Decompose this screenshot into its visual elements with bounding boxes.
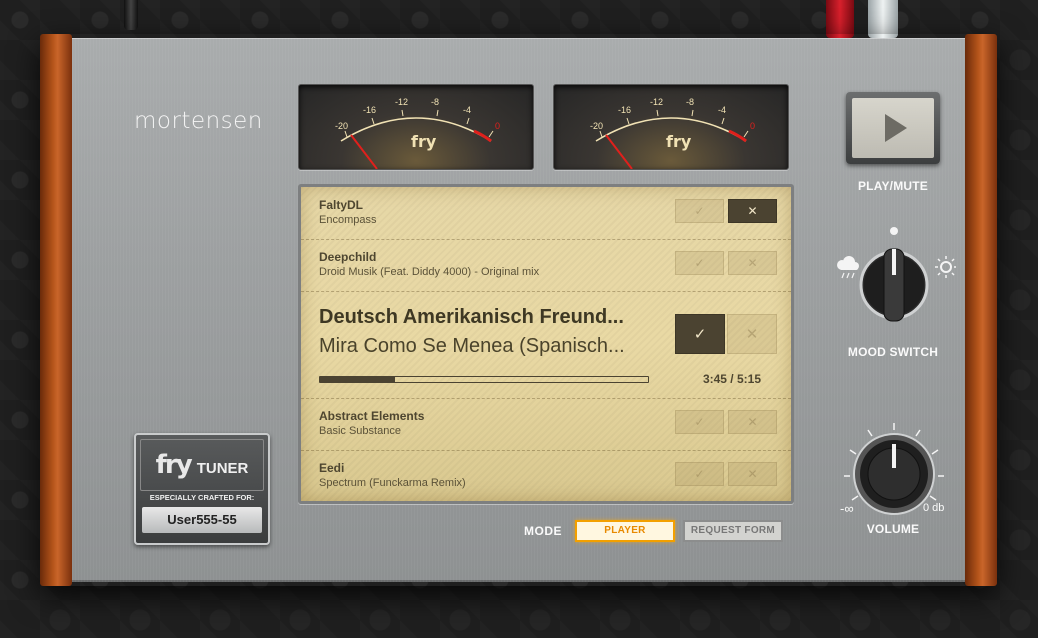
check-icon: ✓	[694, 256, 705, 270]
approve-button[interactable]: ✓	[675, 251, 724, 275]
metal-panel: mortensen -20 -16 -12 -8 -4 0 fry -20 -1…	[72, 38, 965, 582]
meter-needle	[350, 134, 378, 169]
volume-max-label: 0 db	[923, 502, 945, 514]
sun-icon	[935, 256, 956, 278]
track-title: Spectrum (Funckarma Remix)	[319, 477, 466, 489]
wood-side-right	[965, 34, 997, 586]
check-icon: ✓	[694, 204, 705, 218]
close-icon: ✕	[747, 415, 758, 429]
list-item: Abstract Elements Basic Substance ✓ ✕	[301, 398, 791, 451]
mode-label: MODE	[524, 524, 562, 538]
track-title: Mira Como Se Menea (Spanisch...	[319, 335, 625, 357]
approve-button[interactable]: ✓	[675, 410, 724, 434]
fry-logo-icon: fry	[155, 450, 193, 480]
rca-cable-red	[826, 0, 854, 38]
tuner-device: mortensen -20 -16 -12 -8 -4 0 fry -20 -1…	[40, 34, 997, 586]
wood-side-left	[40, 34, 72, 586]
meter-tick-label: 0	[495, 121, 500, 131]
mode-request-form-button[interactable]: REQUEST FORM	[683, 520, 783, 542]
badge-username: User555-55	[142, 507, 262, 533]
meter-tick-label: -4	[463, 105, 471, 115]
track-artist: Deepchild	[319, 250, 377, 264]
meter-needle	[605, 134, 633, 169]
meter-tick-label: -16	[618, 105, 631, 115]
playlist-display: FaltyDL Encompass ✓ ✕ Deepchild Droid Mu…	[298, 184, 794, 504]
meter-tick-label: -20	[590, 121, 603, 131]
badge-title: TUNER	[196, 459, 249, 477]
play-mute-label: PLAY/MUTE	[857, 179, 929, 193]
meter-tick-label: -12	[395, 97, 408, 107]
fry-logo-icon: fry	[411, 132, 437, 151]
fry-logo-icon: fry	[666, 132, 692, 151]
mood-switch-label: MOOD SWITCH	[847, 345, 939, 359]
reject-button[interactable]: ✕	[728, 251, 777, 275]
cloud-rain-icon	[837, 256, 859, 279]
close-icon: ✕	[747, 256, 758, 270]
track-title: Basic Substance	[319, 425, 401, 437]
play-mute-button[interactable]	[846, 92, 940, 164]
audio-cable-black	[124, 0, 138, 30]
vu-meter-left: -20 -16 -12 -8 -4 0 fry	[298, 84, 534, 170]
current-track: Deutsch Amerikanisch Freund... Mira Como…	[301, 292, 791, 399]
approve-button[interactable]: ✓	[675, 199, 724, 223]
check-icon: ✓	[694, 467, 705, 481]
track-artist: Eedi	[319, 461, 345, 475]
list-item: Deepchild Droid Musik (Feat. Diddy 4000)…	[301, 239, 791, 292]
reject-button[interactable]: ✕	[727, 314, 777, 354]
close-icon: ✕	[747, 204, 758, 218]
meter-tick-label: -8	[431, 97, 439, 107]
rca-cable-white	[868, 0, 898, 38]
reject-button[interactable]: ✕	[728, 410, 777, 434]
badge-subtitle: ESPECIALLY CRAFTED FOR:	[149, 493, 255, 502]
track-artist: FaltyDL	[319, 198, 364, 212]
list-item: Eedi Spectrum (Funckarma Remix) ✓ ✕	[301, 450, 791, 501]
vu-meter-right: -20 -16 -12 -8 -4 0 fry	[553, 84, 789, 170]
meter-tick-label: -12	[650, 97, 663, 107]
meter-tick-label: -4	[718, 105, 726, 115]
mood-switch-knob[interactable]	[832, 223, 956, 347]
play-icon	[885, 114, 907, 142]
volume-label: VOLUME	[866, 522, 920, 536]
reject-button[interactable]: ✕	[728, 462, 777, 486]
meter-tick-label: -20	[335, 121, 348, 131]
list-item: FaltyDL Encompass ✓ ✕	[301, 187, 791, 240]
track-artist: Abstract Elements	[319, 409, 425, 423]
tuner-badge: fry TUNER ESPECIALLY CRAFTED FOR: User55…	[134, 433, 270, 545]
approve-button[interactable]: ✓	[675, 462, 724, 486]
meter-tick-label: -16	[363, 105, 376, 115]
track-time: 3:45 / 5:15	[702, 372, 761, 386]
close-icon: ✕	[747, 467, 758, 481]
progress-fill	[320, 377, 396, 382]
progress-bar[interactable]	[319, 376, 649, 383]
volume-min-label: -∞	[840, 501, 854, 516]
meter-tick-label: 0	[750, 121, 755, 131]
track-title: Droid Musik (Feat. Diddy 4000) - Origina…	[319, 266, 540, 278]
track-title: Encompass	[319, 214, 377, 226]
check-icon: ✓	[693, 326, 707, 343]
mode-player-button[interactable]: PLAYER	[575, 520, 675, 542]
approve-button[interactable]: ✓	[675, 314, 725, 354]
close-icon: ✕	[745, 326, 759, 343]
brand-logo: mortensen	[134, 108, 263, 134]
track-artist: Deutsch Amerikanisch Freund...	[319, 306, 624, 328]
check-icon: ✓	[694, 415, 705, 429]
meter-tick-label: -8	[686, 97, 694, 107]
reject-button[interactable]: ✕	[728, 199, 777, 223]
